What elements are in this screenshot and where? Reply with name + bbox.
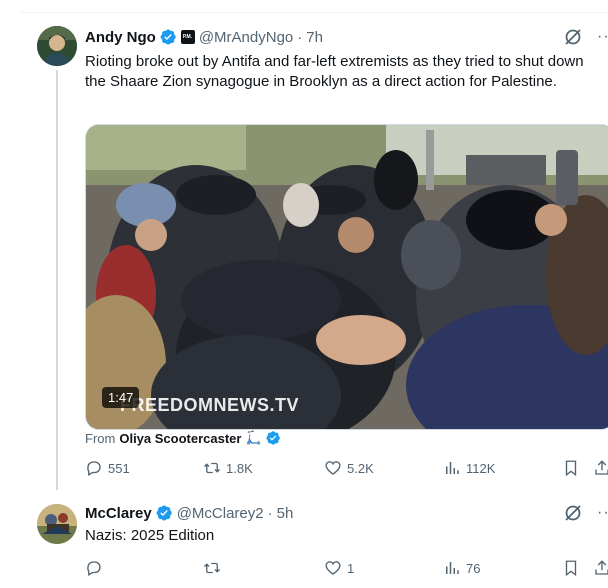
- author-name[interactable]: Andy Ngo: [85, 29, 156, 46]
- from-prefix: From: [85, 430, 116, 446]
- reply-icon: [87, 561, 101, 576]
- from-author-name[interactable]: Oliya Scootercaster: [119, 431, 241, 446]
- avatar[interactable]: [37, 26, 77, 66]
- separator: ·: [297, 28, 303, 46]
- views-button[interactable]: 112K: [443, 459, 495, 477]
- like-count: 1: [347, 560, 355, 576]
- timestamp[interactable]: 7h: [306, 29, 323, 46]
- views-icon: [446, 462, 459, 474]
- post-text: Nazis: 2025 Edition: [85, 527, 215, 544]
- author-name[interactable]: McClarey: [85, 505, 152, 522]
- post-header: McClarey @McClarey2 · 5h: [85, 503, 293, 523]
- avatar[interactable]: [37, 504, 77, 544]
- bookmark-icon: [565, 460, 577, 477]
- bookmark-icon: [565, 560, 577, 577]
- from-attribution: From Oliya Scootercaster 🛴: [85, 430, 281, 446]
- repost-button[interactable]: 1.8K: [203, 459, 253, 477]
- views-icon: [446, 562, 459, 574]
- separator: ·: [267, 504, 273, 522]
- repost-button[interactable]: [203, 559, 226, 577]
- author-handle[interactable]: @MrAndyNgo: [199, 29, 293, 46]
- video-player[interactable]: FREEDOMNEWS.TV 1:47: [85, 124, 608, 430]
- post-mcclarey[interactable]: McClarey @McClarey2 · 5h ··· Nazis: 2025…: [0, 490, 608, 588]
- like-icon: [325, 461, 341, 475]
- share-button[interactable]: [593, 459, 608, 477]
- video-thumbnail: [86, 125, 608, 429]
- reply-count: 551: [108, 460, 130, 476]
- verified-icon[interactable]: [159, 28, 177, 46]
- verified-icon[interactable]: [155, 504, 173, 522]
- author-handle[interactable]: @McClarey2: [177, 505, 264, 522]
- repost-icon: [204, 462, 220, 474]
- share-button[interactable]: [593, 559, 608, 577]
- like-icon: [325, 561, 341, 575]
- repost-icon: [204, 562, 220, 574]
- share-icon: [595, 560, 608, 575]
- grok-icon[interactable]: [563, 27, 583, 47]
- repost-count: 1.8K: [226, 460, 253, 476]
- verified-icon[interactable]: [265, 430, 281, 446]
- reply-button[interactable]: 551: [85, 459, 130, 477]
- like-button[interactable]: 1: [324, 559, 354, 577]
- bookmark-button[interactable]: [562, 459, 580, 477]
- post-text: Rioting broke out by Antifa and far-left…: [85, 53, 584, 90]
- like-button[interactable]: 5.2K: [324, 459, 374, 477]
- action-bar: 1 76: [85, 559, 608, 579]
- video-duration: 1:47: [102, 387, 140, 408]
- views-button[interactable]: 76: [443, 559, 480, 577]
- share-icon: [595, 460, 608, 475]
- action-bar: 551 1.8K 5.2K 112K: [85, 459, 608, 479]
- header-actions: ···: [563, 27, 608, 47]
- like-count: 5.2K: [347, 460, 374, 476]
- bookmark-button[interactable]: [562, 559, 580, 577]
- post-andy-ngo[interactable]: Andy Ngo P.M. @MrAndyNgo · 7h ··· Riotin…: [0, 13, 608, 490]
- reply-button[interactable]: [85, 559, 108, 577]
- more-icon[interactable]: ···: [597, 28, 608, 46]
- scooter-emoji: 🛴: [245, 430, 262, 445]
- views-count: 76: [466, 560, 481, 576]
- post-header: Andy Ngo P.M. @MrAndyNgo · 7h: [85, 27, 323, 47]
- reply-icon: [87, 461, 101, 476]
- video-watermark: FREEDOMNEWS.TV: [120, 395, 300, 415]
- affiliate-badge-icon[interactable]: P.M.: [180, 30, 195, 44]
- more-icon[interactable]: ···: [597, 504, 608, 522]
- header-actions: ···: [563, 503, 608, 523]
- timestamp[interactable]: 5h: [277, 505, 294, 522]
- grok-icon[interactable]: [563, 503, 583, 523]
- thread-line: [56, 70, 58, 490]
- views-count: 112K: [466, 460, 496, 476]
